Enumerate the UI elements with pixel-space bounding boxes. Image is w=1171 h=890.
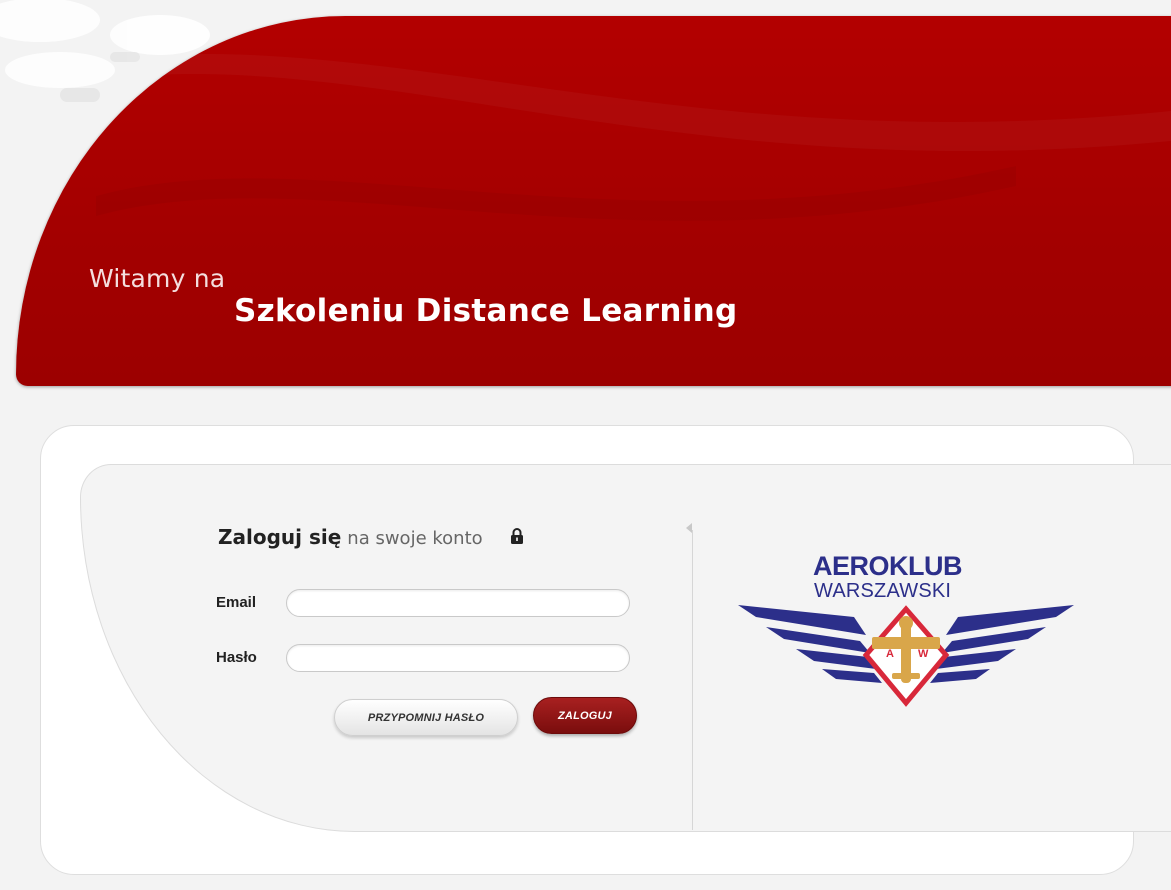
banner-texture xyxy=(96,166,1016,221)
logo-name: AEROKLUB xyxy=(813,551,963,581)
password-field[interactable] xyxy=(286,644,630,672)
page-title: Szkoleniu Distance Learning xyxy=(234,293,738,329)
panel-divider xyxy=(692,530,693,830)
email-label: Email xyxy=(216,594,257,611)
divider-arrow-icon xyxy=(686,523,692,533)
svg-text:A: A xyxy=(886,648,894,660)
lock-icon xyxy=(511,528,523,544)
password-label: Hasło xyxy=(216,649,257,666)
login-button[interactable]: ZALOGUJ xyxy=(533,697,637,734)
login-heading-strong: Zaloguj się xyxy=(218,525,342,549)
welcome-text: Witamy na xyxy=(89,264,226,293)
login-heading: Zaloguj się na swoje konto xyxy=(218,525,483,549)
remind-password-button[interactable]: PRZYPOMNIJ HASŁO xyxy=(334,699,518,736)
svg-text:W: W xyxy=(918,648,929,660)
logo-subtitle: WARSZAWSKI xyxy=(814,580,952,602)
login-heading-light: na swoje konto xyxy=(347,528,483,549)
email-field[interactable] xyxy=(286,589,630,617)
welcome-banner xyxy=(16,16,1171,386)
